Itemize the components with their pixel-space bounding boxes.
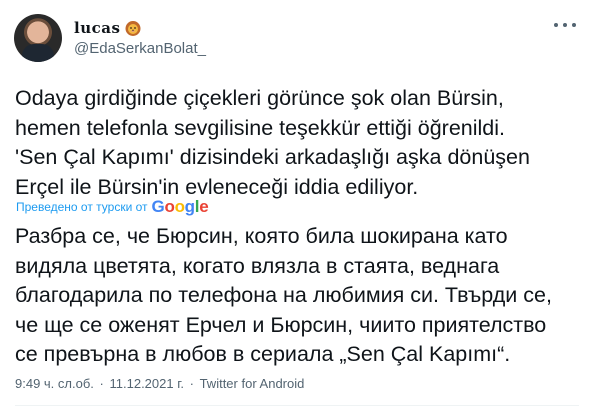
tweet-date[interactable]: 11.12.2021 г. bbox=[110, 376, 184, 391]
lion-face-icon bbox=[125, 21, 141, 36]
meta-separator: · bbox=[189, 376, 194, 391]
more-dot bbox=[554, 23, 558, 27]
tweet-metadata: 9:49 ч. сл.об. · 11.12.2021 г. · Twitter… bbox=[15, 376, 304, 391]
more-options-icon[interactable] bbox=[554, 18, 576, 32]
translated-by-label: Преведено от турски от bbox=[16, 200, 148, 214]
avatar[interactable] bbox=[14, 14, 62, 62]
tweet-source[interactable]: Twitter for Android bbox=[200, 376, 305, 391]
more-dot bbox=[572, 23, 576, 27]
tweet-time[interactable]: 9:49 ч. сл.об. bbox=[15, 376, 94, 391]
translation-attribution[interactable]: Преведено от турски от Google bbox=[16, 197, 209, 217]
tweet-header: lucas @EdaSerkanBolat_ bbox=[14, 12, 206, 64]
google-logo: Google bbox=[151, 197, 209, 216]
display-name-row: lucas bbox=[74, 19, 206, 37]
tweet-original-text: Odaya girdiğinde çiçekleri görünce şok o… bbox=[15, 86, 530, 199]
divider bbox=[15, 405, 579, 406]
tweet-translated-text: Разбра се, че Бюрсин, която била шокиран… bbox=[15, 224, 552, 366]
author-names: lucas @EdaSerkanBolat_ bbox=[74, 19, 206, 57]
tweet-card: lucas @EdaSerkanBolat_ Odaya girdiğinde … bbox=[0, 0, 594, 412]
more-dot bbox=[563, 23, 567, 27]
display-name[interactable]: lucas bbox=[74, 19, 120, 37]
user-handle[interactable]: @EdaSerkanBolat_ bbox=[74, 40, 206, 57]
meta-separator: · bbox=[99, 376, 104, 391]
